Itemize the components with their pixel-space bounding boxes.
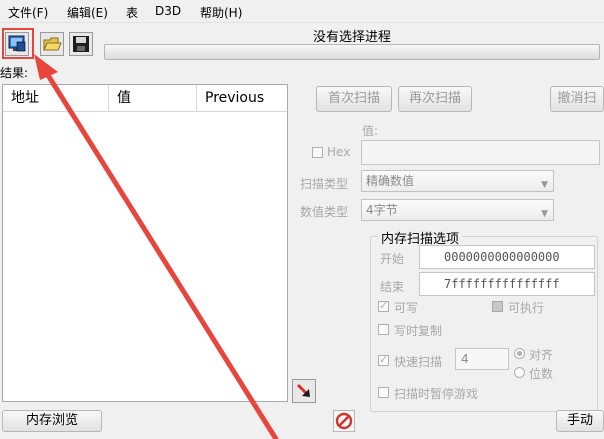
annotation-arrow: [34, 54, 279, 439]
